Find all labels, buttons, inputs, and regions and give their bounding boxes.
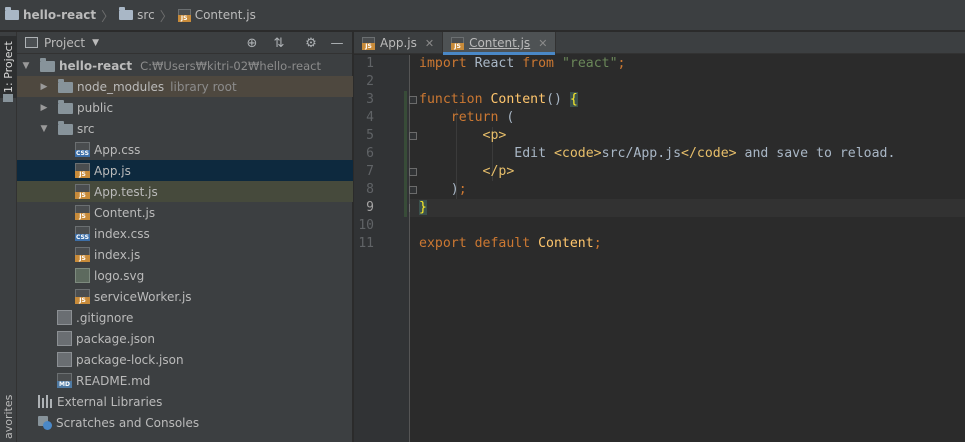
- tree-item-package-lock-json[interactable]: package-lock.json: [17, 349, 353, 370]
- tree-item-app-js[interactable]: JS App.js: [17, 160, 353, 181]
- line-number-gutter[interactable]: 1 2 3 4 5 6 7 8 9 10 11: [354, 55, 417, 442]
- code-line-4: return (: [450, 110, 515, 125]
- close-icon[interactable]: ✕: [425, 37, 434, 50]
- structure-icon[interactable]: [3, 94, 13, 102]
- tree-item-app-css[interactable]: CSS App.css: [17, 139, 353, 160]
- tree-item-app-test-js[interactable]: JS App.test.js: [17, 181, 353, 202]
- scratches-icon: [38, 415, 52, 430]
- line-number: 2: [366, 74, 374, 89]
- css-file-icon: CSS: [75, 142, 90, 157]
- gear-icon[interactable]: ⚙: [303, 35, 319, 51]
- js-file-icon: JS: [451, 36, 465, 50]
- breadcrumb-separator: 〉: [101, 9, 115, 25]
- chevron-right-icon[interactable]: ▶: [38, 103, 50, 113]
- js-file-icon: JS: [75, 184, 90, 199]
- tree-item-scratches[interactable]: Scratches and Consoles: [17, 412, 353, 433]
- code-line-6: Edit <code>src/App.js</code> and save to…: [419, 146, 896, 161]
- code-line-7: </p>: [482, 164, 515, 179]
- project-tool-button[interactable]: 1: Project: [0, 36, 17, 98]
- tree-item-node-modules[interactable]: ▶ node_modules library root: [17, 76, 353, 97]
- breadcrumb: hello-react 〉 src 〉 JS Content.js: [0, 0, 965, 31]
- json-file-icon: [57, 331, 72, 346]
- json-file-icon: [57, 352, 72, 367]
- folder-icon: [5, 7, 19, 20]
- js-file-icon: JS: [75, 205, 90, 220]
- line-number: 8: [366, 182, 374, 197]
- folder-icon: [58, 121, 73, 135]
- code-line-3: function Content() {: [419, 92, 578, 107]
- collapse-all-icon[interactable]: ⇅: [271, 35, 287, 51]
- close-icon[interactable]: ✕: [538, 37, 547, 50]
- line-number: 7: [366, 164, 374, 179]
- js-file-icon: JS: [75, 289, 90, 304]
- folder-icon: [58, 100, 73, 114]
- project-view-selector[interactable]: Project: [44, 36, 85, 50]
- folder-icon: [119, 7, 134, 20]
- code-editor: JS App.js ✕ JS Content.js ✕ 1 2 3 4 5 6 …: [354, 32, 965, 442]
- folder-icon: [58, 79, 73, 93]
- favorites-tool-button[interactable]: avorites: [0, 394, 17, 440]
- tree-item-content-js[interactable]: JS Content.js: [17, 202, 353, 223]
- tree-item-index-js[interactable]: JS index.js: [17, 244, 353, 265]
- code-area[interactable]: import React from "react"; function Cont…: [410, 55, 965, 442]
- chevron-down-icon[interactable]: ▼: [20, 61, 32, 71]
- line-number: 4: [366, 110, 374, 125]
- code-line-8: );: [419, 182, 467, 197]
- project-panel: Project ▼ ⊕ ⇅ ⚙ — ▼ hello-react C:₩Users…: [17, 32, 353, 442]
- tree-item-logo-svg[interactable]: logo.svg: [17, 265, 353, 286]
- tab-content-js[interactable]: JS Content.js ✕: [443, 32, 557, 55]
- tree-item-serviceworker-js[interactable]: JS serviceWorker.js: [17, 286, 353, 307]
- breadcrumb-separator: 〉: [159, 9, 173, 25]
- tree-item-readme-md[interactable]: MD README.md: [17, 370, 353, 391]
- project-panel-header: Project ▼ ⊕ ⇅ ⚙ —: [17, 32, 352, 54]
- folder-icon: [40, 58, 55, 72]
- locate-icon[interactable]: ⊕: [244, 35, 260, 51]
- tree-item-src[interactable]: ▼ src: [17, 118, 353, 139]
- line-number: 10: [358, 218, 374, 233]
- project-view-icon: [25, 37, 38, 48]
- line-number: 5: [366, 128, 374, 143]
- change-marker: [404, 91, 407, 217]
- css-file-icon: CSS: [75, 226, 90, 241]
- tree-item-hello-react[interactable]: ▼ hello-react C:₩Users₩kitri-02₩hello-re…: [17, 55, 353, 76]
- code-line-11: export default Content;: [419, 236, 602, 251]
- tree-item-index-css[interactable]: CSS index.css: [17, 223, 353, 244]
- line-number: 9: [366, 200, 374, 215]
- hide-panel-icon[interactable]: —: [329, 35, 345, 51]
- line-number: 6: [366, 146, 374, 161]
- chevron-down-icon[interactable]: ▼: [38, 124, 50, 134]
- chevron-right-icon[interactable]: ▶: [38, 82, 50, 92]
- tree-item-external-libraries[interactable]: External Libraries: [17, 391, 353, 412]
- breadcrumb-project[interactable]: hello-react: [5, 0, 96, 31]
- svg-file-icon: [75, 268, 90, 283]
- line-number: 1: [366, 56, 374, 71]
- library-icon: [38, 395, 53, 408]
- editor-tabs: JS App.js ✕ JS Content.js ✕: [354, 32, 965, 55]
- markdown-file-icon: MD: [57, 373, 72, 388]
- tool-window-strip: 1: Project avorites: [0, 32, 17, 442]
- tree-item-gitignore[interactable]: .gitignore: [17, 307, 353, 328]
- line-number: 11: [358, 236, 374, 251]
- js-file-icon: JS: [75, 247, 90, 262]
- chevron-down-icon[interactable]: ▼: [92, 38, 99, 48]
- tree-item-public[interactable]: ▶ public: [17, 97, 353, 118]
- breadcrumb-file[interactable]: JS Content.js: [177, 0, 256, 31]
- code-line-5: <p>: [482, 128, 507, 143]
- code-line-1: import React from "react";: [419, 56, 626, 71]
- js-file-icon: JS: [362, 36, 375, 50]
- code-line-9: }: [419, 200, 427, 215]
- current-line-highlight: [410, 199, 965, 217]
- tree-item-package-json[interactable]: package.json: [17, 328, 353, 349]
- breadcrumb-folder[interactable]: src: [119, 0, 155, 31]
- js-file-icon: JS: [75, 163, 90, 178]
- text-file-icon: [57, 310, 72, 325]
- tab-app-js[interactable]: JS App.js ✕: [354, 32, 444, 54]
- line-number: 3: [366, 92, 374, 107]
- js-file-icon: JS: [177, 8, 191, 22]
